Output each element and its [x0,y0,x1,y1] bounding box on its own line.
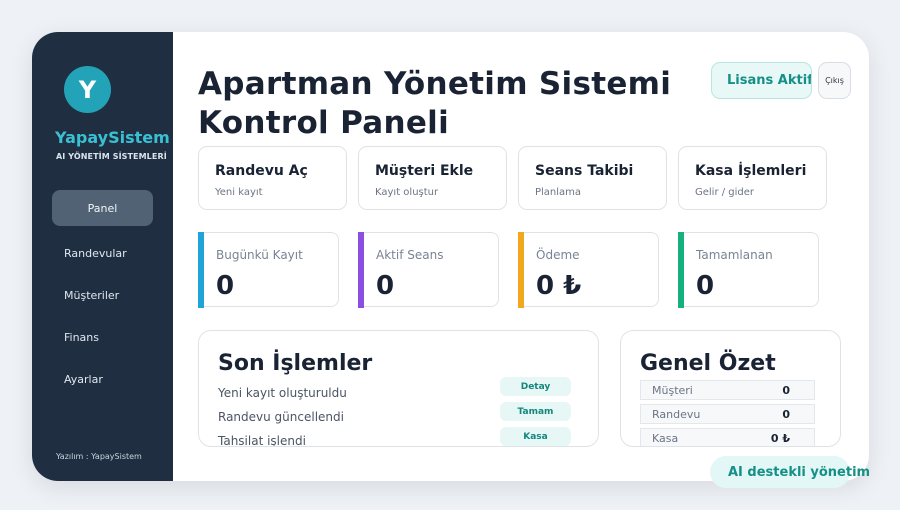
brand-subtitle: AI YÖNETİM SİSTEMLERİ [56,152,167,161]
stat-card-completed: Tamamlanan 0 [678,232,819,308]
summary-row-appointment: Randevu 0 [640,404,815,424]
action-card-subtitle: Gelir / gider [695,187,755,198]
stat-accent-bar [678,232,684,308]
summary-row-cash: Kasa 0 ₺ [640,428,815,446]
action-card-kasa[interactable]: Kasa İşlemleri Gelir / gider [678,146,827,210]
activity-item-badge[interactable]: Kasa [500,427,571,446]
sidebar-item-musteriler[interactable]: Müşteriler [52,277,153,313]
activity-item-text: Yeni kayıt oluşturuldu [218,386,347,400]
activity-item-badge[interactable]: Detay [500,377,571,396]
stat-value: 0 ₺ [536,271,582,301]
brand-name: YapaySistem [55,128,170,147]
action-card-title: Müşteri Ekle [375,163,474,179]
recent-activity-title: Son İşlemler [218,351,373,376]
activity-item-badge[interactable]: Tamam [500,402,571,421]
action-card-musteri[interactable]: Müşteri Ekle Kayıt oluştur [358,146,507,210]
action-card-title: Kasa İşlemleri [695,163,807,179]
stat-accent-bar [358,232,364,308]
summary-row-value: 0 [782,407,790,421]
sidebar-item-panel[interactable]: Panel [52,190,153,226]
recent-activity-panel: Son İşlemler Yeni kayıt oluşturuldu Deta… [198,330,599,447]
stat-value: 0 [696,271,715,301]
sidebar: Y YapaySistem AI YÖNETİM SİSTEMLERİ Pane… [32,32,173,481]
activity-item-text: Randevu güncellendi [218,410,344,424]
logout-button[interactable]: Çıkış [818,62,851,99]
page-title: Apartman Yönetim Sistemi Kontrol Paneli [198,65,671,143]
stat-label: Aktif Seans [376,248,444,262]
summary-row-label: Randevu [652,407,701,421]
stat-card-active-session: Aktif Seans 0 [358,232,499,308]
action-card-subtitle: Kayıt oluştur [375,187,439,198]
app-window: Y YapaySistem AI YÖNETİM SİSTEMLERİ Pane… [32,32,869,481]
summary-title: Genel Özet [640,351,776,376]
action-card-seans[interactable]: Seans Takibi Planlama [518,146,667,210]
summary-row-customer: Müşteri 0 [640,380,815,400]
stat-value: 0 [376,271,395,301]
brand-logo: Y [64,66,111,113]
stat-accent-bar [518,232,524,308]
summary-row-label: Müşteri [652,383,693,397]
page-title-line-1: Apartman Yönetim Sistemi [198,66,672,102]
activity-item-text: Tahsilat işlendi [218,434,306,447]
sidebar-footer: Yazılım : YapaySistem [56,452,142,461]
ai-badge: AI destekli yönetim [710,456,870,488]
action-card-subtitle: Planlama [535,187,582,198]
stat-label: Ödeme [536,248,580,262]
summary-panel: Genel Özet Müşteri 0 Randevu 0 Kasa 0 ₺ [620,330,841,447]
stat-label: Bugünkü Kayıt [216,248,303,262]
stat-accent-bar [198,232,204,308]
summary-row-value: 0 ₺ [770,431,790,445]
action-card-title: Randevu Aç [215,163,308,179]
license-status-badge: Lisans Aktif [711,62,812,99]
stat-value: 0 [216,271,235,301]
action-card-subtitle: Yeni kayıt [215,187,263,198]
action-card-randevu[interactable]: Randevu Aç Yeni kayıt [198,146,347,210]
page-title-line-2: Kontrol Paneli [198,105,450,141]
summary-row-value: 0 [782,383,790,397]
action-card-title: Seans Takibi [535,163,634,179]
stat-card-payment: Ödeme 0 ₺ [518,232,659,308]
stat-card-today: Bugünkü Kayıt 0 [198,232,339,308]
sidebar-item-ayarlar[interactable]: Ayarlar [52,361,153,397]
summary-row-label: Kasa [652,431,679,445]
sidebar-item-finans[interactable]: Finans [52,319,153,355]
stat-label: Tamamlanan [696,248,773,262]
sidebar-item-randevular[interactable]: Randevular [52,235,153,271]
